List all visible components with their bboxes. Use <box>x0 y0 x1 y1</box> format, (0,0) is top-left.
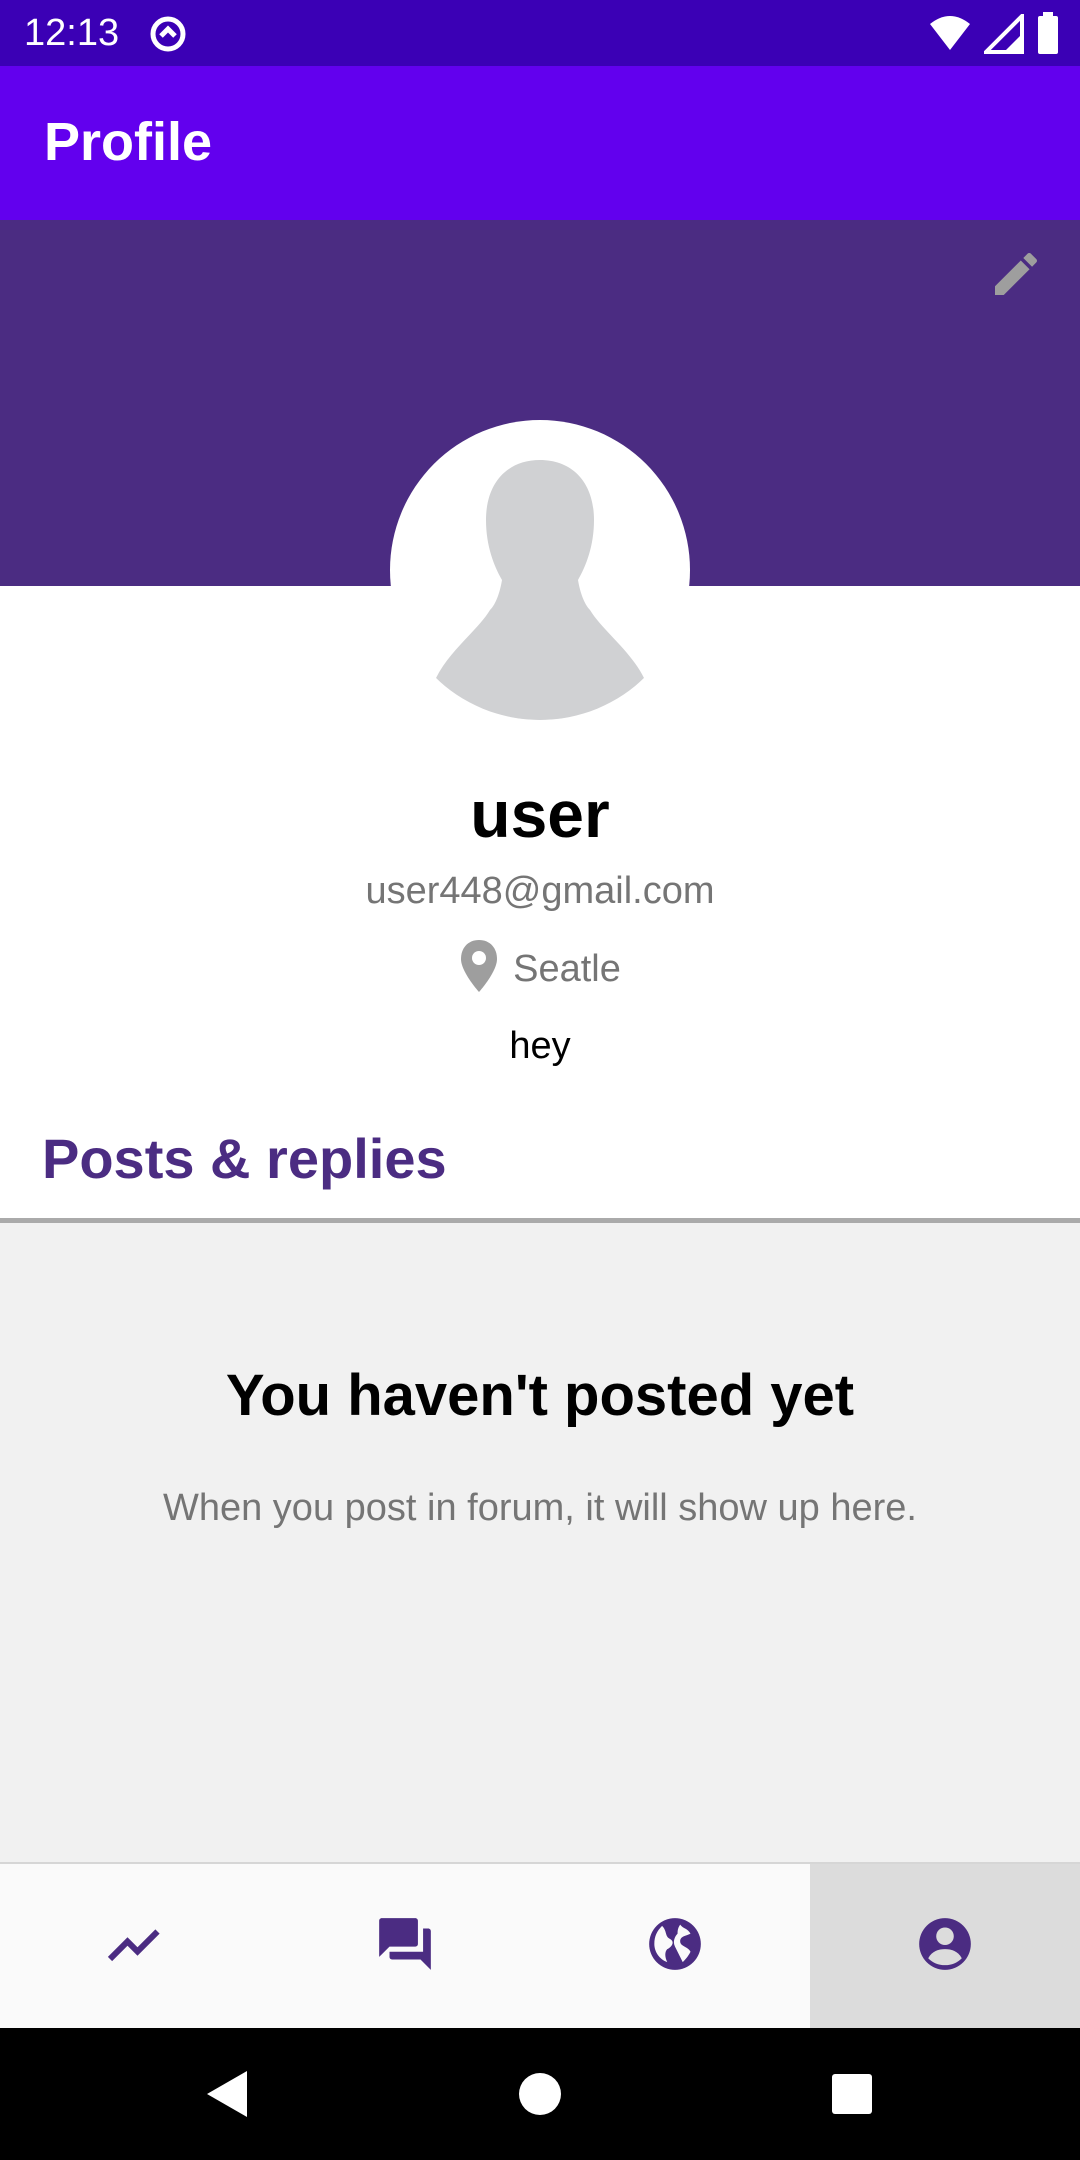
person-silhouette-icon <box>436 460 644 720</box>
location-pin-icon <box>459 938 499 999</box>
posts-empty-state: You haven't posted yet When you post in … <box>0 1223 1080 1862</box>
user-location: Seatle <box>0 938 1080 999</box>
nav-item-forum[interactable] <box>270 1864 540 2028</box>
home-icon <box>518 2072 562 2121</box>
trending-icon <box>105 1914 165 1979</box>
avatar[interactable] <box>390 420 690 720</box>
status-icons <box>928 11 1060 61</box>
system-nav-bar <box>0 2028 1080 2160</box>
bottom-nav <box>0 1862 1080 2028</box>
signal-icon <box>981 11 1024 59</box>
sync-icon <box>148 14 188 54</box>
page-title: Profile <box>44 112 213 172</box>
system-recents-button[interactable] <box>822 2066 882 2126</box>
forum-icon <box>374 1913 436 1980</box>
empty-state-title: You haven't posted yet <box>225 1363 855 1428</box>
user-bio: hey <box>509 1025 571 1067</box>
location-text: Seatle <box>513 947 621 990</box>
nav-item-explore[interactable] <box>540 1864 810 2028</box>
globe-icon <box>644 1913 706 1980</box>
user-name: user <box>470 777 610 851</box>
pencil-icon <box>988 246 1044 307</box>
nav-item-profile[interactable] <box>810 1864 1080 2028</box>
nav-item-trending[interactable] <box>0 1864 270 2028</box>
recents-icon <box>831 2073 873 2120</box>
user-email: user448@gmail.com <box>365 870 715 912</box>
system-back-button[interactable] <box>196 2066 256 2126</box>
app-bar: Profile <box>0 66 1080 220</box>
battery-icon <box>1036 12 1060 61</box>
status-bar: 12:13 <box>0 0 1080 66</box>
system-home-button[interactable] <box>510 2066 570 2126</box>
posts-section-title: Posts & replies <box>42 1127 447 1190</box>
edit-profile-button[interactable] <box>980 240 1052 312</box>
status-time: 12:13 <box>24 12 120 54</box>
empty-state-subtitle: When you post in forum, it will show up … <box>162 1487 917 1529</box>
back-icon <box>203 2069 249 2124</box>
account-icon <box>914 1913 976 1980</box>
wifi-icon <box>928 14 972 59</box>
